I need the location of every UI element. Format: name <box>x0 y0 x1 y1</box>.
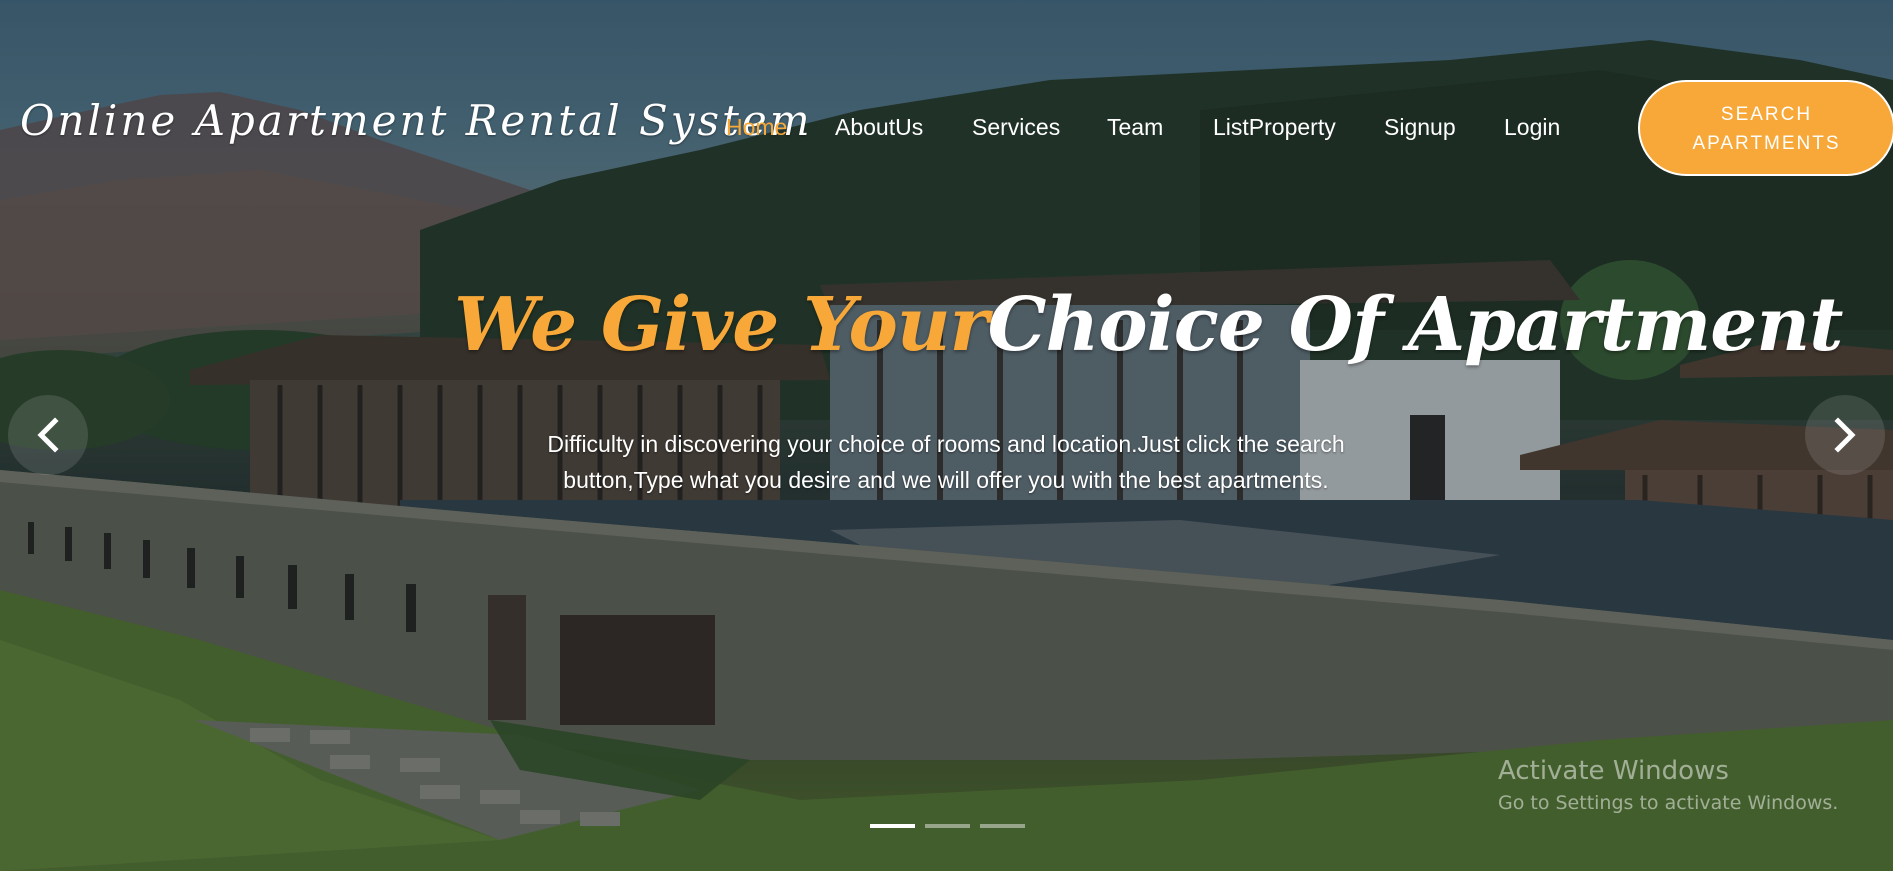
carousel-indicator-2[interactable] <box>925 824 970 828</box>
search-button-line2: APARTMENTS <box>1692 133 1841 154</box>
nav-signup[interactable]: Signup <box>1384 114 1456 141</box>
hero-subtitle: Difficulty in discovering your choice of… <box>547 431 1345 493</box>
hero-headline-accent: We Give Your <box>454 282 989 368</box>
chevron-left-icon <box>37 417 59 453</box>
hero-headline: We Give YourChoice Of Apartment <box>454 282 1844 368</box>
search-apartments-button[interactable]: SEARCH APARTMENTS <box>1638 80 1893 176</box>
carousel-next-button[interactable] <box>1805 395 1885 475</box>
nav-about-us[interactable]: AboutUs <box>835 114 923 141</box>
search-button-line1: SEARCH <box>1720 104 1813 125</box>
nav-login[interactable]: Login <box>1504 114 1560 141</box>
nav-team[interactable]: Team <box>1107 114 1163 141</box>
nav-services[interactable]: Services <box>972 114 1060 141</box>
hero-carousel: Online Apartment Rental System Home Abou… <box>0 0 1893 871</box>
site-logo[interactable]: Online Apartment Rental System <box>20 96 813 145</box>
carousel-indicator-1[interactable] <box>870 824 915 828</box>
hero-headline-rest: Choice Of Apartment <box>987 282 1844 368</box>
nav-home[interactable]: Home <box>726 114 787 141</box>
activate-windows-watermark: Activate Windows Go to Settings to activ… <box>1498 756 1838 820</box>
watermark-title: Activate Windows <box>1498 756 1729 786</box>
carousel-indicator-3[interactable] <box>980 824 1025 828</box>
nav-list-property[interactable]: ListProperty <box>1213 114 1336 141</box>
carousel-prev-button[interactable] <box>8 395 88 475</box>
watermark-subtitle: Go to Settings to activate Windows. <box>1498 792 1839 814</box>
chevron-right-icon <box>1834 417 1856 453</box>
